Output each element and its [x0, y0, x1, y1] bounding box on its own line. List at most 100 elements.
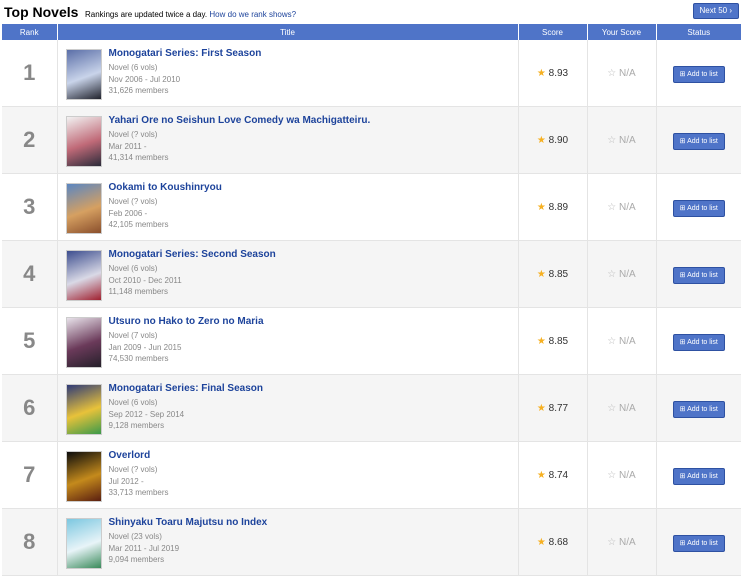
table-row: 1 Monogatari Series: First Season Novel (6… [2, 40, 741, 107]
add-to-list-button[interactable]: ⊞ Add to list [672, 66, 725, 83]
rank-number: 3 [2, 173, 58, 241]
add-to-list-button[interactable]: ⊞ Add to list [672, 334, 725, 351]
filled-star-icon: ★ [536, 536, 546, 548]
status-cell: ⊞ Add to list [656, 40, 741, 107]
your-score-value[interactable]: N/A [619, 202, 636, 213]
status-cell: ⊞ Add to list [656, 106, 741, 174]
title-cell: Overlord Novel (? vols) Jul 2012 - 33,713 m… [57, 441, 519, 509]
table-row: 4 Monogatari Series: Second Season Novel (… [2, 240, 741, 308]
hollow-star-icon: ☆ [607, 469, 617, 481]
page-header: Top Novels Rankings are updated twice a … [0, 0, 743, 20]
cover-thumbnail[interactable] [65, 317, 102, 368]
your-score-value[interactable]: N/A [619, 269, 636, 280]
cover-thumbnail[interactable] [65, 518, 102, 569]
cover-thumbnail[interactable] [65, 116, 102, 167]
table-row: 2 Yahari Ore no Seishun Love Comedy wa Ma… [2, 106, 741, 174]
title-link[interactable]: Overlord [109, 450, 169, 461]
rank-column-header[interactable]: Rank [2, 24, 58, 40]
date-info: Oct 2010 - Dec 2011 [108, 275, 182, 285]
type-info: Novel (6 vols) [108, 264, 158, 273]
your-score-value[interactable]: N/A [619, 68, 636, 79]
rank-number: 1 [2, 40, 58, 107]
status-cell: ⊞ Add to list [656, 508, 741, 576]
score-cell: ★ 8.68 [518, 508, 588, 576]
cover-thumbnail[interactable] [65, 250, 102, 301]
type-info: Novel (6 vols) [108, 398, 158, 407]
cover-thumbnail[interactable] [65, 183, 102, 234]
score-cell: ★ 8.93 [518, 40, 588, 107]
date-info: Mar 2011 - Jul 2019 [108, 543, 180, 553]
your-score-cell: ☆ N/A [587, 307, 657, 375]
score-cell: ★ 8.77 [518, 374, 588, 442]
title-link[interactable]: Monogatari Series: Final Season [109, 383, 263, 394]
your-score-value[interactable]: N/A [619, 135, 636, 146]
how-we-rank-link[interactable]: How do we rank shows? [209, 10, 296, 19]
your-score-value[interactable]: N/A [619, 537, 636, 548]
filled-star-icon: ★ [536, 67, 546, 79]
score-cell: ★ 8.90 [518, 106, 588, 174]
members-info: 41,314 members [108, 153, 169, 162]
your-score-column-header[interactable]: Your Score [587, 24, 657, 40]
type-info: Novel (7 vols) [108, 331, 158, 340]
add-to-list-button[interactable]: ⊞ Add to list [672, 535, 725, 552]
your-score-value[interactable]: N/A [619, 470, 636, 481]
members-info: 74,530 members [108, 354, 169, 363]
hollow-star-icon: ☆ [607, 201, 617, 213]
your-score-value[interactable]: N/A [619, 403, 636, 414]
score-cell: ★ 8.74 [518, 441, 588, 509]
filled-star-icon: ★ [536, 201, 546, 213]
cover-thumbnail[interactable] [65, 384, 102, 435]
add-to-list-button[interactable]: ⊞ Add to list [672, 267, 725, 284]
status-cell: ⊞ Add to list [656, 307, 741, 375]
rank-number: 5 [2, 307, 58, 375]
date-info: Mar 2011 - [108, 141, 147, 151]
your-score-cell: ☆ N/A [587, 441, 657, 509]
title-link[interactable]: Monogatari Series: First Season [109, 48, 262, 59]
title-cell: Monogatari Series: Second Season Novel (6… [57, 240, 519, 308]
title-cell: Monogatari Series: Final Season Novel (6 … [57, 374, 519, 442]
score-value: 8.93 [548, 67, 569, 79]
filled-star-icon: ★ [536, 469, 546, 481]
next-50-button[interactable]: Next 50 › [692, 3, 739, 19]
title-link[interactable]: Monogatari Series: Second Season [109, 249, 276, 260]
add-to-list-button[interactable]: ⊞ Add to list [672, 401, 725, 418]
score-cell: ★ 8.85 [518, 307, 588, 375]
title-column-header[interactable]: Title [57, 24, 519, 40]
cover-thumbnail[interactable] [65, 49, 102, 100]
add-to-list-button[interactable]: ⊞ Add to list [672, 133, 725, 150]
hollow-star-icon: ☆ [607, 335, 617, 347]
ranking-notice: Rankings are updated twice a day. How do… [85, 10, 296, 19]
hollow-star-icon: ☆ [607, 67, 617, 79]
score-value: 8.85 [548, 335, 569, 347]
add-to-list-button[interactable]: ⊞ Add to list [672, 200, 725, 217]
score-cell: ★ 8.89 [518, 173, 588, 241]
title-link[interactable]: Ookami to Koushinryou [109, 182, 222, 193]
notice-text: Rankings are updated twice a day. [85, 10, 208, 19]
add-to-list-button[interactable]: ⊞ Add to list [672, 468, 725, 485]
table-row: 5 Utsuro no Hako to Zero no Maria Novel (7… [2, 307, 741, 375]
title-info: Utsuro no Hako to Zero no Maria Novel (7 … [109, 316, 264, 365]
title-info: Ookami to Koushinryou Novel (? vols) Feb 2… [109, 182, 222, 231]
date-info: Feb 2006 - [108, 208, 148, 218]
title-link[interactable]: Shinyaku Toaru Majutsu no Index [109, 517, 268, 528]
status-column-header[interactable]: Status [656, 24, 741, 40]
your-score-value[interactable]: N/A [619, 336, 636, 347]
members-info: 11,148 members [108, 287, 168, 296]
rank-number: 8 [2, 508, 58, 576]
title-link[interactable]: Utsuro no Hako to Zero no Maria [109, 316, 264, 327]
score-value: 8.90 [548, 134, 569, 146]
filled-star-icon: ★ [536, 268, 546, 280]
hollow-star-icon: ☆ [607, 268, 617, 280]
type-info: Novel (? vols) [108, 465, 158, 474]
title-link[interactable]: Yahari Ore no Seishun Love Comedy wa Mac… [109, 115, 371, 126]
your-score-cell: ☆ N/A [587, 40, 657, 107]
type-info: Novel (? vols) [108, 197, 158, 206]
cover-thumbnail[interactable] [65, 451, 102, 502]
rank-number: 7 [2, 441, 58, 509]
members-info: 31,626 members [108, 86, 169, 95]
score-column-header[interactable]: Score [518, 24, 588, 40]
hollow-star-icon: ☆ [607, 134, 617, 146]
your-score-cell: ☆ N/A [587, 106, 657, 174]
hollow-star-icon: ☆ [607, 536, 617, 548]
type-info: Novel (23 vols) [108, 532, 162, 541]
